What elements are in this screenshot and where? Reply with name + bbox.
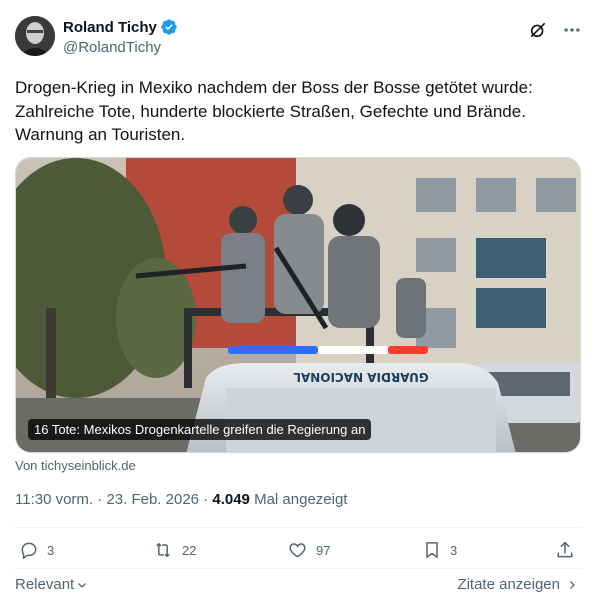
more-icon[interactable]	[562, 20, 582, 40]
author-display-name[interactable]: Roland Tichy	[63, 19, 157, 36]
divider	[15, 527, 582, 528]
news-photo: GUARDIA NACIONAL	[16, 158, 580, 452]
share-icon	[557, 541, 573, 558]
like-icon	[289, 543, 306, 558]
view-quotes-link[interactable]: Zitate anzeigen	[457, 576, 578, 593]
vehicle-text: GUARDIA NACIONAL	[293, 370, 429, 384]
like-button[interactable]: 97	[287, 540, 330, 560]
card-caption[interactable]: 16 Tote: Mexikos Drogenkartelle greifen …	[28, 419, 372, 440]
tweet-header: Roland Tichy @RolandTichy	[15, 14, 582, 58]
views-label: Mal angezeigt	[254, 491, 348, 508]
repost-icon	[156, 542, 170, 558]
grok-icon[interactable]	[528, 20, 548, 40]
view-count: 4.049	[212, 491, 250, 508]
author-handle[interactable]: @RolandTichy	[63, 39, 178, 56]
reply-button[interactable]: 3	[19, 540, 54, 560]
tweet-time[interactable]: 11:30 vorm.	[15, 491, 93, 508]
tweet-meta: 11:30 vorm. · 23. Feb. 2026 · 4.049 Mal …	[15, 491, 347, 508]
tweet-text: Drogen-Krieg in Mexiko nachdem der Boss …	[15, 78, 533, 144]
sort-label: Relevant	[15, 576, 75, 593]
bookmark-count: 3	[450, 542, 458, 558]
chevron-right-icon	[570, 580, 575, 589]
like-count: 97	[316, 542, 331, 558]
repost-button[interactable]: 22	[152, 540, 196, 560]
link-card-image[interactable]: GUARDIA NACIONAL 16 Tote: Mexikos Drogen…	[15, 157, 581, 453]
reply-count: 3	[47, 542, 55, 558]
quotes-label: Zitate anzeigen	[457, 576, 560, 593]
bookmark-icon	[426, 542, 438, 559]
verified-badge-icon	[161, 19, 177, 35]
meta-separator: ·	[97, 491, 103, 508]
reply-icon	[21, 542, 37, 560]
author-display-name-row[interactable]: Roland Tichy	[63, 18, 178, 36]
meta-separator: ·	[203, 491, 209, 508]
avatar[interactable]	[15, 16, 55, 56]
bookmark-button[interactable]: 3	[422, 540, 457, 560]
card-source[interactable]: Von tichyseinblick.de	[15, 458, 136, 473]
sort-relevant-dropdown[interactable]: Relevant	[15, 576, 88, 593]
divider	[15, 568, 582, 569]
chevron-down-icon	[78, 582, 87, 588]
repost-count: 22	[182, 542, 197, 558]
action-bar: 3 22 97 3	[15, 540, 582, 564]
tweet-date[interactable]: 23. Feb. 2026	[106, 491, 199, 508]
share-button[interactable]	[555, 540, 575, 560]
